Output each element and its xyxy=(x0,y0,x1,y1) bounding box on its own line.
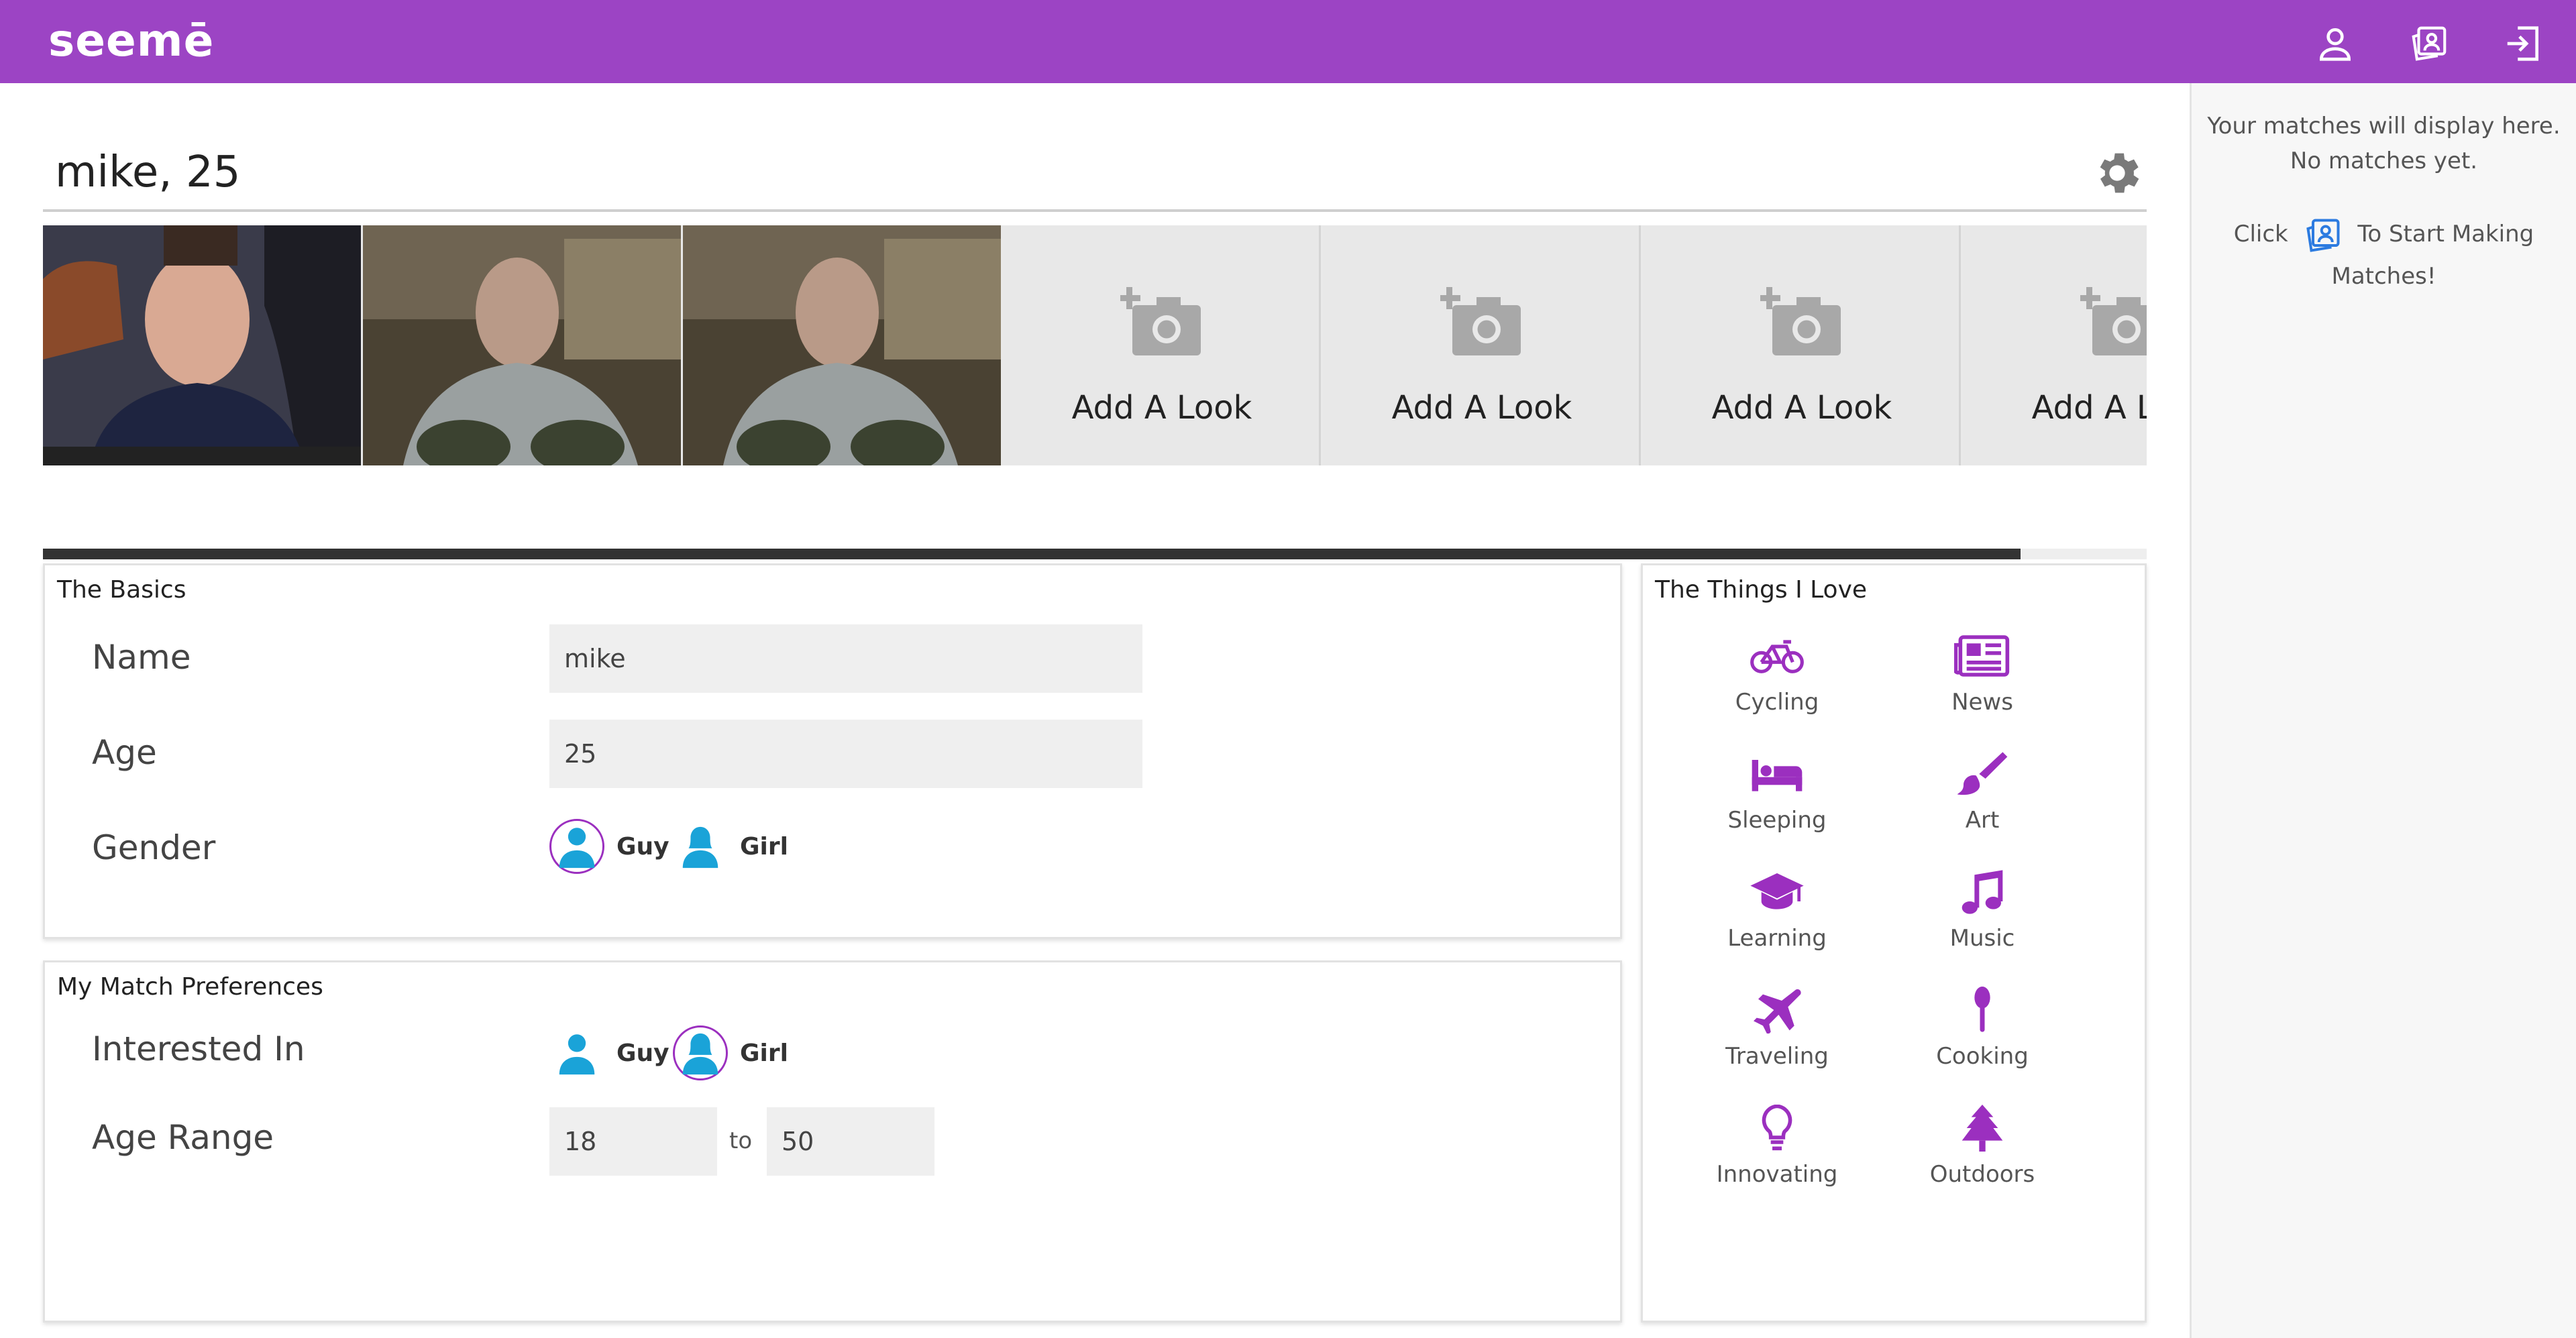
paintbrush-icon xyxy=(1957,752,2008,795)
gender-guy-label: Guy xyxy=(616,832,669,860)
love-label: Traveling xyxy=(1725,1043,1829,1070)
top-bar: seemē xyxy=(0,0,2576,83)
trash-icon[interactable] xyxy=(310,245,338,280)
add-look-label: Add A Look xyxy=(1711,389,1892,427)
love-label: Cooking xyxy=(1936,1043,2029,1070)
add-look-label: Add A Look xyxy=(1391,389,1572,427)
interested-in-label: Interested In xyxy=(92,1029,305,1068)
tree-icon xyxy=(1962,1105,2003,1152)
guy-avatar-icon xyxy=(549,819,604,874)
looks-carousel[interactable]: Add A Look Add A Look Add A Look Add A L xyxy=(43,225,2147,465)
love-label: Cycling xyxy=(1735,689,1819,716)
add-look-label: Add A Look xyxy=(2031,389,2147,427)
love-item-art[interactable]: Art xyxy=(1902,750,2063,851)
look-photo-1[interactable] xyxy=(43,225,361,465)
guy-avatar-icon xyxy=(549,1025,604,1080)
newspaper-icon xyxy=(1954,635,2010,677)
matches-sidebar: Your matches will display here. No match… xyxy=(2190,83,2576,1338)
spoon-icon xyxy=(1974,987,1990,1032)
matches-empty-line1: Your matches will display here. xyxy=(2207,113,2561,140)
trash-icon[interactable] xyxy=(950,245,978,280)
age-max-input[interactable] xyxy=(767,1107,934,1176)
things-title: The Things I Love xyxy=(1655,576,1868,604)
app-logo[interactable]: seemē xyxy=(48,15,214,66)
things-i-love-card: The Things I Love Cycling News Sleeping … xyxy=(1641,563,2147,1323)
love-item-innovating[interactable]: Innovating xyxy=(1697,1105,1858,1205)
love-label: Innovating xyxy=(1716,1161,1838,1188)
add-photo-icon xyxy=(2080,287,2147,355)
hint-suffix: To Start Making xyxy=(2357,221,2534,247)
airplane-icon xyxy=(1754,989,1801,1034)
interested-option-girl[interactable]: Girl xyxy=(673,1024,788,1082)
love-label: Art xyxy=(1965,807,2000,834)
add-look-slot[interactable]: Add A Look xyxy=(1323,225,1641,465)
name-input[interactable] xyxy=(549,624,1142,693)
gender-option-guy[interactable]: Guy xyxy=(549,818,669,875)
bicycle-icon xyxy=(1750,640,1804,673)
love-label: Music xyxy=(1949,925,2015,952)
interested-guy-label: Guy xyxy=(616,1039,669,1067)
looks-scrollbar[interactable] xyxy=(43,549,2147,559)
gender-option-girl[interactable]: Girl xyxy=(673,818,788,875)
love-label: Sleeping xyxy=(1727,807,1827,834)
trash-icon[interactable] xyxy=(630,245,658,280)
add-look-slot[interactable]: Add A Look xyxy=(1643,225,1961,465)
look-photo-2[interactable] xyxy=(363,225,681,465)
age-input[interactable] xyxy=(549,720,1142,788)
profile-title: mike, 25 xyxy=(55,148,241,197)
bed-icon xyxy=(1752,760,1803,791)
basics-title: The Basics xyxy=(57,576,186,604)
add-photo-icon xyxy=(1120,287,1201,355)
logout-icon[interactable] xyxy=(2502,23,2544,64)
basics-card: The Basics Name Age Gender Guy Girl xyxy=(43,563,1622,939)
matches-empty-state: Your matches will display here. No match… xyxy=(2192,109,2576,178)
love-item-outdoors[interactable]: Outdoors xyxy=(1902,1105,2063,1205)
love-label: Learning xyxy=(1727,925,1827,952)
age-range-to: to xyxy=(729,1127,753,1154)
add-look-slot[interactable]: Add A Look xyxy=(1963,225,2147,465)
age-label: Age xyxy=(92,733,157,772)
love-item-learning[interactable]: Learning xyxy=(1697,869,1858,969)
preferences-title: My Match Preferences xyxy=(57,973,323,1001)
love-label: Outdoors xyxy=(1929,1161,2035,1188)
graduation-cap-icon xyxy=(1750,873,1804,909)
hint-line2: Matches! xyxy=(2331,262,2436,290)
start-matching-hint: Click To Start Making Matches! xyxy=(2192,213,2576,297)
hint-prefix: Click xyxy=(2233,221,2288,247)
match-preferences-card: My Match Preferences Interested In Guy G… xyxy=(43,960,1622,1323)
profile-icon[interactable] xyxy=(2314,23,2356,64)
girl-avatar-icon xyxy=(673,819,728,874)
add-photo-icon xyxy=(1440,287,1521,355)
matches-cards-icon[interactable] xyxy=(2408,23,2450,64)
add-look-label: Add A Look xyxy=(1071,389,1252,427)
love-item-news[interactable]: News xyxy=(1902,632,2063,733)
look-photo-3[interactable] xyxy=(683,225,1001,465)
age-min-input[interactable] xyxy=(549,1107,717,1176)
gear-icon[interactable] xyxy=(2090,146,2144,200)
age-range-label: Age Range xyxy=(92,1118,274,1157)
love-item-sleeping[interactable]: Sleeping xyxy=(1697,750,1858,851)
gender-label: Gender xyxy=(92,828,216,867)
interested-option-guy[interactable]: Guy xyxy=(549,1024,669,1082)
gender-girl-label: Girl xyxy=(740,832,788,860)
love-item-music[interactable]: Music xyxy=(1902,869,2063,969)
love-item-cooking[interactable]: Cooking xyxy=(1902,987,2063,1087)
name-label: Name xyxy=(92,638,191,677)
add-look-slot[interactable]: Add A Look xyxy=(1003,225,1321,465)
love-item-traveling[interactable]: Traveling xyxy=(1697,987,1858,1087)
matches-empty-line2: No matches yet. xyxy=(2290,148,2478,174)
love-item-cycling[interactable]: Cycling xyxy=(1697,632,1858,733)
matches-cards-icon[interactable] xyxy=(2301,215,2345,256)
lightbulb-icon xyxy=(1762,1105,1792,1151)
love-label: News xyxy=(1951,689,2013,716)
music-note-icon xyxy=(1962,870,2003,914)
looks-scrollbar-thumb[interactable] xyxy=(43,549,2021,559)
add-photo-icon xyxy=(1760,287,1841,355)
girl-avatar-icon xyxy=(673,1025,728,1080)
title-divider xyxy=(43,209,2147,212)
interested-girl-label: Girl xyxy=(740,1039,788,1067)
